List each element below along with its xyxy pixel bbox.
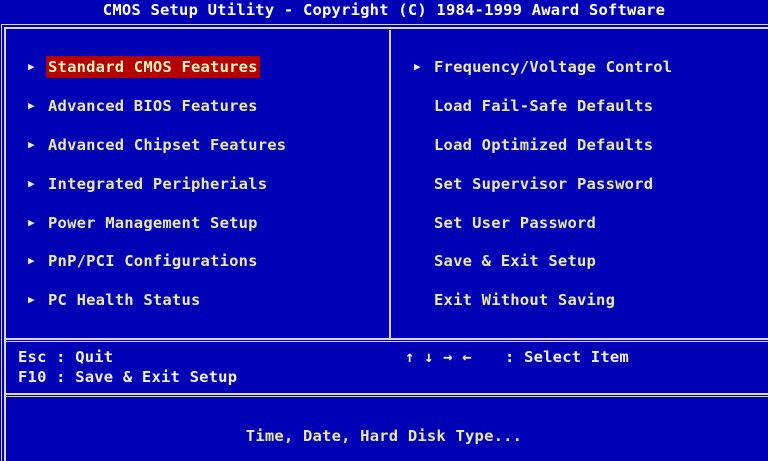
menu-item-standard-cmos-features[interactable]: ▶ Standard CMOS Features xyxy=(28,56,260,78)
status-description: Time, Date, Hard Disk Type... xyxy=(245,427,523,445)
menu-item-label: Advanced Chipset Features xyxy=(48,136,287,154)
menu-item-label: Save & Exit Setup xyxy=(434,252,597,270)
menu-item-frequency-voltage-control[interactable]: ▶ Frequency/Voltage Control xyxy=(414,56,674,78)
menu-item-label: PnP/PCI Configurations xyxy=(48,252,258,270)
menu-item-integrated-peripherials[interactable]: ▶ Integrated Peripherials xyxy=(28,173,269,195)
help-select-item: : Select Item xyxy=(505,348,629,366)
menu-item-label: Advanced BIOS Features xyxy=(48,97,258,115)
menu-item-exit-without-saving[interactable]: Exit Without Saving xyxy=(414,289,617,311)
help-status-divider xyxy=(4,393,768,397)
submenu-arrow-icon: ▶ xyxy=(414,60,421,73)
menu-item-save-exit-setup[interactable]: Save & Exit Setup xyxy=(414,250,598,272)
menu-item-label: Frequency/Voltage Control xyxy=(434,58,673,76)
menu-item-load-optimized-defaults[interactable]: Load Optimized Defaults xyxy=(414,134,655,156)
menu-item-pnp-pci-configurations[interactable]: ▶ PnP/PCI Configurations xyxy=(28,250,260,272)
submenu-arrow-icon: ▶ xyxy=(28,138,35,151)
submenu-arrow-icon: ▶ xyxy=(28,99,35,112)
window-title: CMOS Setup Utility - Copyright (C) 1984-… xyxy=(102,1,666,19)
help-f10-save-exit: F10 : Save & Exit Setup xyxy=(18,368,238,386)
column-divider xyxy=(389,30,395,338)
menu-help-divider xyxy=(4,338,768,342)
arrow-keys-icon: ↑ ↓ → ← xyxy=(405,348,472,366)
menu-item-label: Set User Password xyxy=(434,214,597,232)
menu-item-set-user-password[interactable]: Set User Password xyxy=(414,212,598,234)
help-esc-quit: Esc : Quit xyxy=(18,348,114,366)
submenu-arrow-icon: ▶ xyxy=(28,254,35,267)
menu-item-set-supervisor-password[interactable]: Set Supervisor Password xyxy=(414,173,655,195)
menu-item-label: PC Health Status xyxy=(48,291,201,309)
menu-item-label: Set Supervisor Password xyxy=(434,175,654,193)
menu-item-power-management-setup[interactable]: ▶ Power Management Setup xyxy=(28,212,260,234)
menu-item-load-fail-safe-defaults[interactable]: Load Fail-Safe Defaults xyxy=(414,95,655,117)
submenu-arrow-icon: ▶ xyxy=(28,60,35,73)
submenu-arrow-icon: ▶ xyxy=(28,293,35,306)
menu-item-advanced-chipset-features[interactable]: ▶ Advanced Chipset Features xyxy=(28,134,288,156)
menu-item-label: Load Fail-Safe Defaults xyxy=(434,97,654,115)
menu-item-advanced-bios-features[interactable]: ▶ Advanced BIOS Features xyxy=(28,95,260,117)
submenu-arrow-icon: ▶ xyxy=(28,216,35,229)
menu-item-label: Standard CMOS Features xyxy=(46,56,260,78)
menu-item-pc-health-status[interactable]: ▶ PC Health Status xyxy=(28,289,203,311)
menu-item-label: Integrated Peripherials xyxy=(48,175,268,193)
submenu-arrow-icon: ▶ xyxy=(28,177,35,190)
menu-item-label: Exit Without Saving xyxy=(434,291,616,309)
menu-item-label: Power Management Setup xyxy=(48,214,258,232)
menu-item-label: Load Optimized Defaults xyxy=(434,136,654,154)
